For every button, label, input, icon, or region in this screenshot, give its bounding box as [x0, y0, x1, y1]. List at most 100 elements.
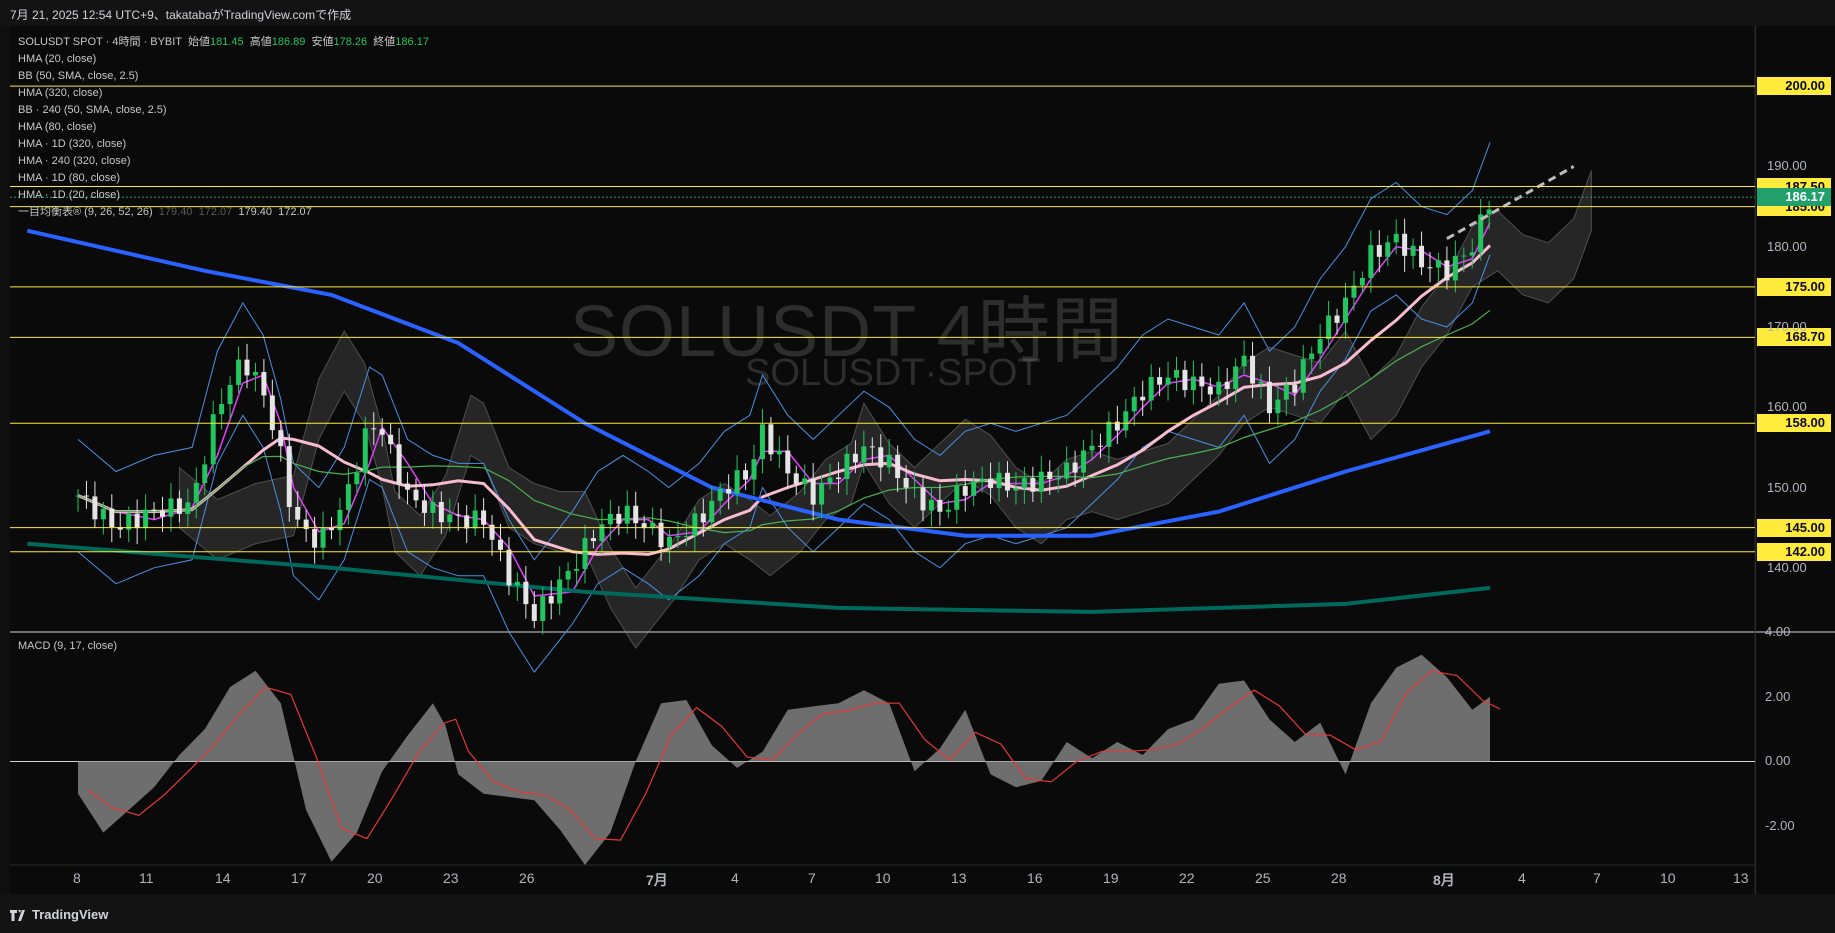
candle-body [709, 500, 715, 523]
candle-body [405, 483, 411, 490]
price-axis-tick: 160.00 [1767, 399, 1807, 415]
candle-body [1351, 285, 1357, 298]
candle-body [675, 536, 681, 538]
time-axis-tick: 20 [367, 870, 383, 886]
legend-indicator[interactable]: BB (50, SMA, close, 2.5) [18, 68, 429, 85]
candle-body [337, 509, 343, 531]
price-axis-tick: 170.00 [1767, 318, 1807, 334]
time-axis-tick: 19 [1103, 870, 1119, 886]
candle-body [1030, 478, 1036, 492]
candle-body [176, 498, 182, 514]
chart-legend: SOLUSDT SPOT · 4時間 · BYBIT 始値181.45 高値18… [18, 34, 429, 221]
candle-body [1427, 267, 1433, 269]
price-level-tag[interactable]: 142.00 [1757, 542, 1831, 561]
candle-body [430, 502, 436, 513]
candle-body [751, 459, 757, 480]
candle-body [1148, 377, 1154, 401]
candle-body [92, 496, 98, 520]
candle-body [1182, 369, 1188, 391]
time-axis-tick: 7月 [646, 872, 668, 888]
candle-body [489, 524, 495, 540]
candle-body [574, 568, 580, 571]
candle-body [683, 536, 689, 538]
candle-body [160, 510, 165, 517]
candle-body [1309, 353, 1315, 360]
candle-body [1005, 472, 1010, 491]
candle-body [1326, 315, 1332, 340]
candle-body [819, 482, 825, 505]
time-axis-tick: 16 [1027, 870, 1043, 886]
candle-body [278, 430, 284, 447]
candle-body [895, 454, 901, 479]
candle-body [1410, 245, 1416, 256]
candle-body [667, 536, 672, 548]
candle-body [134, 513, 140, 529]
candle-body [286, 446, 292, 507]
legend-indicator[interactable]: HMA (320, close) [18, 85, 429, 102]
candle-body [565, 570, 571, 580]
candle-body [1250, 355, 1256, 384]
candle-body [903, 478, 909, 488]
legend-indicator[interactable]: HMA · 1D (320, close) [18, 136, 429, 153]
candle-body [1216, 381, 1222, 395]
candle-body [1376, 245, 1382, 257]
time-axis-tick: 7 [808, 870, 816, 886]
candle-body [1233, 366, 1239, 389]
candle-body [1072, 462, 1078, 473]
price-level-tag[interactable]: 145.00 [1757, 518, 1831, 537]
candle-body [345, 484, 351, 510]
candle-body [151, 509, 157, 511]
candle-body [869, 446, 875, 448]
legend-high-label: 高値 [249, 36, 272, 48]
macd-histogram [78, 654, 1490, 865]
candle-body [743, 470, 749, 480]
price-level-tag[interactable]: 175.00 [1757, 277, 1831, 296]
candle-body [1317, 339, 1323, 354]
candle-body [548, 596, 554, 604]
legend-ichimoku[interactable]: 一目均衡表® (9, 26, 52, 26) 179.40 172.07 179… [18, 204, 429, 221]
legend-indicator[interactable]: HMA · 1D (80, close) [18, 170, 429, 187]
candle-body [582, 538, 588, 569]
candle-body [954, 486, 960, 510]
candle-body [988, 478, 994, 489]
candle-body [827, 477, 833, 483]
candle-body [1106, 421, 1112, 447]
legend-indicator[interactable]: BB · 240 (50, SMA, close, 2.5) [18, 102, 429, 119]
legend-indicator[interactable]: HMA (20, close) [18, 51, 429, 68]
candle-body [692, 513, 698, 537]
legend-ichimoku-value: 172.07 [278, 206, 312, 218]
candle-body [607, 513, 613, 525]
candle-body [498, 539, 503, 550]
candle-body [776, 450, 782, 455]
legend-close-label: 終値 [373, 36, 396, 48]
time-axis-tick: 10 [1660, 870, 1676, 886]
candle-body [1469, 252, 1475, 256]
candle-body [210, 414, 216, 465]
legend-open-label: 始値 [187, 36, 210, 48]
price-axis-tick: 150.00 [1767, 479, 1807, 495]
tradingview-logo-icon [10, 910, 25, 922]
price-level-tag[interactable]: 158.00 [1757, 414, 1831, 433]
candle-body [759, 424, 765, 460]
candle-body [945, 509, 951, 512]
candle-body [928, 499, 934, 511]
candle-body [700, 513, 706, 523]
legend-indicator[interactable]: HMA (80, close) [18, 119, 429, 136]
candle-body [1013, 488, 1019, 491]
candle-body [481, 510, 487, 525]
legend-indicator[interactable]: HMA · 1D (20, close) [18, 187, 429, 204]
legend-open: 181.45 [209, 36, 244, 48]
legend-indicator[interactable]: HMA · 240 (320, close) [18, 153, 429, 170]
price-level-tag[interactable]: 200.00 [1757, 77, 1831, 96]
current-price-tag[interactable]: 186.17 [1757, 188, 1831, 207]
tradingview-logo[interactable]: TradingView [10, 907, 108, 922]
macd-legend[interactable]: MACD (9, 17, close) [18, 640, 117, 652]
candle-body [1343, 297, 1348, 323]
candle-body [83, 495, 89, 497]
candle-body [624, 505, 630, 524]
candle-body [810, 478, 816, 505]
candle-body [506, 549, 512, 586]
time-axis-tick: 22 [1179, 870, 1195, 886]
time-axis-tick: 10 [875, 870, 891, 886]
candle-body [379, 429, 385, 435]
